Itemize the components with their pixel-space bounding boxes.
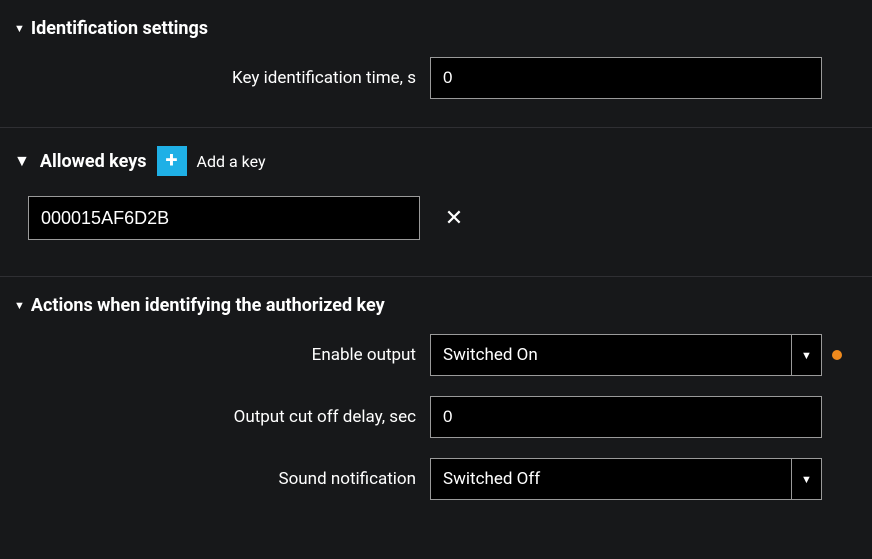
actions-section-header[interactable]: ▼ Actions when identifying the authorize… (0, 287, 872, 324)
cutoff-label: Output cut off delay, sec (0, 407, 430, 427)
enable-output-label: Enable output (0, 345, 430, 365)
plus-icon: + (166, 150, 178, 172)
chevron-down-icon: ▼ (791, 459, 821, 499)
add-key-button[interactable]: + (157, 146, 187, 176)
identification-section-header[interactable]: ▼ Identification settings (0, 10, 872, 47)
remove-key-button[interactable]: ✕ (442, 206, 466, 231)
enable-output-value: Switched On (431, 335, 791, 375)
sound-label: Sound notification (0, 469, 430, 489)
chevron-down-icon: ▼ (791, 335, 821, 375)
modified-indicator-icon (832, 350, 842, 360)
cutoff-row: Output cut off delay, sec (0, 386, 872, 448)
close-icon: ✕ (445, 206, 463, 231)
sound-row: Sound notification Switched Off ▼ (0, 448, 872, 510)
caret-down-icon: ▼ (14, 151, 30, 171)
key-id-time-row: Key identification time, s (0, 47, 872, 109)
caret-down-icon: ▼ (14, 300, 25, 311)
sound-value: Switched Off (431, 459, 791, 499)
allowed-keys-header[interactable]: ▼ Allowed keys + Add a key (0, 138, 872, 184)
allowed-key-input[interactable] (28, 196, 420, 240)
actions-section-title: Actions when identifying the authorized … (31, 295, 385, 316)
divider (0, 276, 872, 277)
key-id-time-input[interactable] (430, 57, 822, 99)
key-id-time-label: Key identification time, s (0, 68, 430, 88)
allowed-key-row: ✕ (0, 184, 872, 258)
enable-output-row: Enable output Switched On ▼ (0, 324, 872, 386)
caret-down-icon: ▼ (14, 23, 25, 34)
divider (0, 127, 872, 128)
enable-output-select[interactable]: Switched On ▼ (430, 334, 822, 376)
allowed-keys-title: Allowed keys (40, 151, 147, 172)
cutoff-input[interactable] (430, 396, 822, 438)
identification-section-title: Identification settings (31, 18, 208, 39)
add-key-label: Add a key (197, 152, 266, 171)
sound-select[interactable]: Switched Off ▼ (430, 458, 822, 500)
